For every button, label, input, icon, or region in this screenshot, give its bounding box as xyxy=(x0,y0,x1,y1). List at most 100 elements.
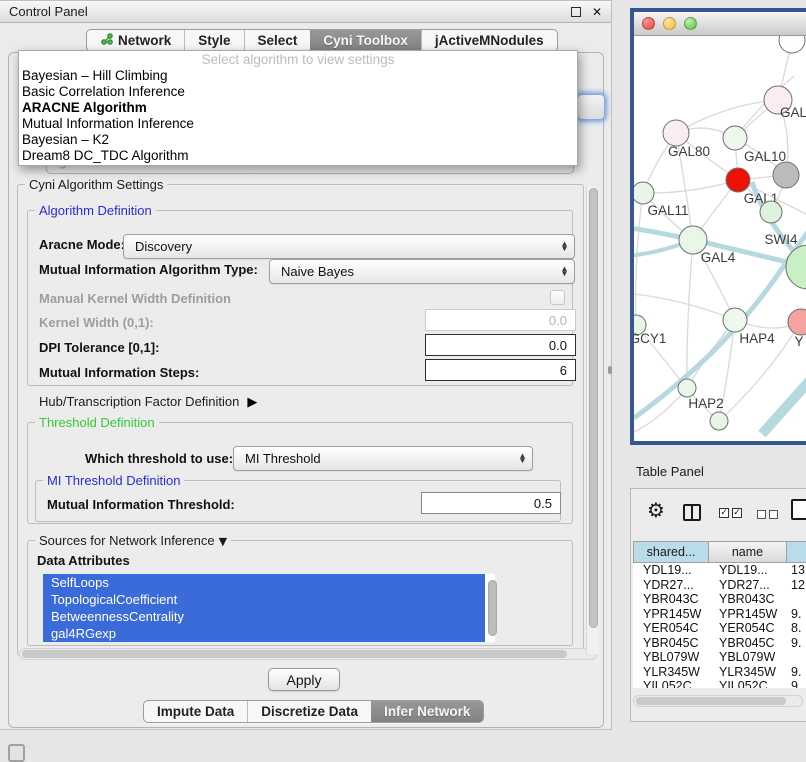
columns-icon[interactable] xyxy=(683,504,701,521)
network-node[interactable] xyxy=(786,245,806,289)
network-window-titlebar[interactable] xyxy=(634,12,806,36)
settings-vertical-scrollbar[interactable] xyxy=(586,186,599,654)
table-row[interactable]: YDL19...YDL19...13 xyxy=(633,563,806,578)
algorithm-definition-title: Algorithm Definition xyxy=(35,203,156,218)
data-attribute-item-selected[interactable]: TopologicalCoefficient xyxy=(43,591,485,608)
algorithm-popup-item[interactable]: Dream8 DC_TDC Algorithm xyxy=(19,148,577,164)
settings-horizontal-scrollbar[interactable] xyxy=(19,648,597,660)
close-icon[interactable]: ✕ xyxy=(592,7,602,17)
network-edge[interactable] xyxy=(687,240,693,388)
new-table-icon[interactable] xyxy=(791,499,806,520)
table-panel-title: Table Panel xyxy=(636,464,704,479)
gear-icon[interactable]: ⚙ xyxy=(647,498,665,522)
which-threshold-combo[interactable]: MI Threshold ▲▼ xyxy=(233,446,533,471)
network-edge-highlighted[interactable] xyxy=(762,378,806,434)
table-row[interactable]: YBR045CYBR045C9. xyxy=(633,636,806,651)
table-cell: YDR27... xyxy=(709,578,787,593)
network-node-gal10[interactable] xyxy=(723,126,747,150)
network-node-gal11[interactable] xyxy=(634,182,654,204)
deselect-all-checkbox-icon[interactable] xyxy=(757,510,766,519)
tab-label: Discretize Data xyxy=(261,704,358,719)
algorithm-popup-item[interactable]: Basic Correlation Inference xyxy=(19,84,577,100)
data-attribute-item-selected[interactable]: gal4RGexp xyxy=(43,625,485,642)
aracne-mode-label: Aracne Mode: xyxy=(39,237,125,252)
network-edge[interactable] xyxy=(634,294,735,320)
table-cell: 13 xyxy=(787,563,806,578)
network-node-hap4[interactable] xyxy=(723,308,747,332)
table-cell: 9. xyxy=(787,636,806,651)
network-node-gal1[interactable] xyxy=(726,168,750,192)
table-row[interactable]: YDR27...YDR27...12 xyxy=(633,578,806,593)
aracne-mode-combo[interactable]: Discovery ▲▼ xyxy=(123,234,575,259)
tab-select[interactable]: Select xyxy=(244,30,311,51)
network-node-hap2[interactable] xyxy=(678,379,696,397)
tab-style[interactable]: Style xyxy=(184,30,243,51)
attributes-list-scrollbar[interactable] xyxy=(488,580,497,636)
table-cell xyxy=(787,592,806,607)
table-row[interactable]: YPR145WYPR145W9. xyxy=(633,607,806,622)
mi-steps-field[interactable]: 6 xyxy=(425,359,576,381)
network-node[interactable] xyxy=(773,162,799,188)
network-node-label: SWI4 xyxy=(764,232,797,247)
algorithm-popup-item[interactable]: Bayesian – K2 xyxy=(19,132,577,148)
bottom-tab-discretize-data[interactable]: Discretize Data xyxy=(247,701,371,722)
minimized-panel-icon[interactable] xyxy=(8,744,25,762)
network-edge[interactable] xyxy=(643,180,738,193)
bottom-tab-impute-data[interactable]: Impute Data xyxy=(144,701,247,722)
table-panel: ⚙ ✓ ✓ shared...name YDL19...YDL19...13YD… xyxy=(630,488,806,722)
bottom-tab-infer-network[interactable]: Infer Network xyxy=(371,701,483,722)
network-node-label: HAP2 xyxy=(688,396,723,411)
table-column-header[interactable] xyxy=(787,541,806,563)
network-node-y[interactable] xyxy=(788,309,806,335)
table-row[interactable]: YBL079WYBL079W xyxy=(633,650,806,665)
data-attributes-label: Data Attributes xyxy=(37,553,130,568)
data-attribute-item-selected[interactable]: SelfLoops xyxy=(43,574,485,591)
table-cell: YPR145W xyxy=(633,607,709,622)
tab-network[interactable]: Network xyxy=(87,30,184,51)
network-node-label: GAL11 xyxy=(647,203,688,218)
table-column-header[interactable]: shared... xyxy=(633,541,709,563)
select-all-checkbox-icon[interactable]: ✓ xyxy=(732,508,742,518)
algorithm-popup-item[interactable]: Bayesian – Hill Climbing xyxy=(19,68,577,84)
mi-threshold-field[interactable]: 0.5 xyxy=(421,492,561,514)
table-horizontal-scrollbar[interactable] xyxy=(633,695,803,707)
network-node[interactable] xyxy=(710,412,728,430)
minimize-traffic-light-icon[interactable] xyxy=(663,17,676,30)
hub-transcription-factor-toggle[interactable]: Hub/Transcription Factor Definition▶ xyxy=(39,394,257,410)
network-node[interactable] xyxy=(779,36,805,53)
tab-jactivemnodules[interactable]: jActiveMNodules xyxy=(421,30,557,51)
network-edge[interactable] xyxy=(636,193,643,325)
float-window-icon[interactable] xyxy=(571,7,581,17)
dpi-tolerance-field[interactable]: 0.0 xyxy=(425,334,576,356)
network-canvas[interactable]: GALGAL80GAL10GAL1GAL11GAL4SWI4GCY1HAP4YH… xyxy=(634,36,806,441)
table-row[interactable]: YLR345WYLR345W9. xyxy=(633,665,806,680)
algorithm-popup-item[interactable]: Mutual Information Inference xyxy=(19,116,577,132)
table-row[interactable]: YER054CYER054C8. xyxy=(633,621,806,636)
panel-splitter-handle[interactable] xyxy=(608,366,612,374)
network-node-label: GAL10 xyxy=(744,149,786,164)
select-all-checkbox-icon[interactable]: ✓ xyxy=(719,508,729,518)
network-node-swi4[interactable] xyxy=(760,201,782,223)
data-attribute-item-selected[interactable]: BetweennessCentrality xyxy=(43,608,485,625)
manual-kernel-width-checkbox[interactable] xyxy=(550,290,565,305)
algorithm-popup-item[interactable]: ARACNE Algorithm xyxy=(19,100,577,116)
stepper-arrows-icon: ▲▼ xyxy=(520,453,525,464)
data-attributes-list[interactable]: SelfLoopsTopologicalCoefficientBetweenne… xyxy=(43,574,495,642)
tab-cyni-toolbox[interactable]: Cyni Toolbox xyxy=(310,30,421,51)
table-row[interactable]: YBR043CYBR043C xyxy=(633,592,806,607)
table-cell: YBR045C xyxy=(709,636,787,651)
network-node-label: GAL xyxy=(780,105,806,120)
close-traffic-light-icon[interactable] xyxy=(642,17,655,30)
table-column-header[interactable]: name xyxy=(709,541,787,563)
zoom-traffic-light-icon[interactable] xyxy=(684,17,697,30)
sources-group-title[interactable]: Sources for Network Inference▼ xyxy=(35,533,231,548)
deselect-all-checkbox-icon[interactable] xyxy=(769,510,778,519)
table-row[interactable]: YIL052CYIL052C9 xyxy=(633,679,806,688)
kernel-width-field[interactable]: 0.0 xyxy=(425,309,576,331)
mi-algorithm-type-combo[interactable]: Naive Bayes ▲▼ xyxy=(269,259,575,284)
apply-button[interactable]: Apply xyxy=(268,668,340,691)
inference-algorithm-combo-fragment[interactable] xyxy=(577,94,605,120)
network-node-gal80[interactable] xyxy=(663,120,689,146)
network-node-label: GCY1 xyxy=(634,331,666,346)
stepper-arrows-icon: ▲▼ xyxy=(562,266,567,277)
